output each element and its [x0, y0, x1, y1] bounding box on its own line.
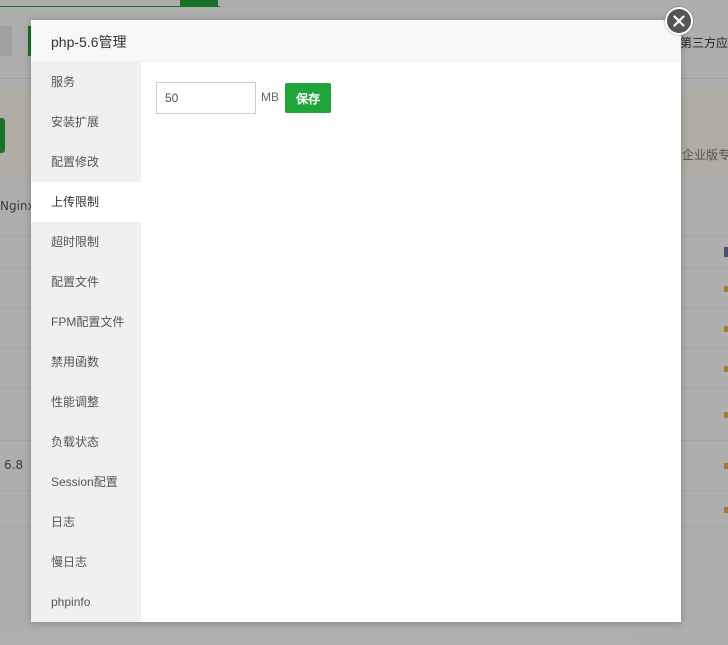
sidebar-item-performance[interactable]: 性能调整	[31, 382, 141, 422]
sidebar-item-config-edit[interactable]: 配置修改	[31, 142, 141, 182]
close-icon	[673, 15, 685, 27]
sidebar-item-upload-limit[interactable]: 上传限制	[31, 182, 141, 222]
sidebar-item-config-file[interactable]: 配置文件	[31, 262, 141, 302]
sidebar-item-slow-log[interactable]: 慢日志	[31, 542, 141, 582]
save-button[interactable]: 保存	[285, 83, 331, 113]
modal-header: php-5.6管理	[31, 20, 681, 62]
php-manage-modal: php-5.6管理 服务 安装扩展 配置修改 上传限制 超时限制 配置文件 FP…	[31, 7, 693, 622]
sidebar-item-disabled-funcs[interactable]: 禁用函数	[31, 342, 141, 382]
upload-limit-input[interactable]	[156, 82, 256, 114]
sidebar-item-install-ext[interactable]: 安装扩展	[31, 102, 141, 142]
sidebar-item-service[interactable]: 服务	[31, 62, 141, 102]
sidebar-item-phpinfo[interactable]: phpinfo	[31, 582, 141, 622]
sidebar-item-log[interactable]: 日志	[31, 502, 141, 542]
upload-limit-panel: MB 保存	[141, 62, 681, 622]
sidebar-item-fpm-config[interactable]: FPM配置文件	[31, 302, 141, 342]
modal-sidebar: 服务 安装扩展 配置修改 上传限制 超时限制 配置文件 FPM配置文件 禁用函数…	[31, 62, 141, 622]
sidebar-item-load-status[interactable]: 负载状态	[31, 422, 141, 462]
close-button[interactable]	[665, 7, 693, 35]
upload-unit-label: MB	[261, 90, 279, 104]
sidebar-item-session-config[interactable]: Session配置	[31, 462, 141, 502]
modal-title: php-5.6管理	[51, 34, 127, 50]
sidebar-item-timeout-limit[interactable]: 超时限制	[31, 222, 141, 262]
